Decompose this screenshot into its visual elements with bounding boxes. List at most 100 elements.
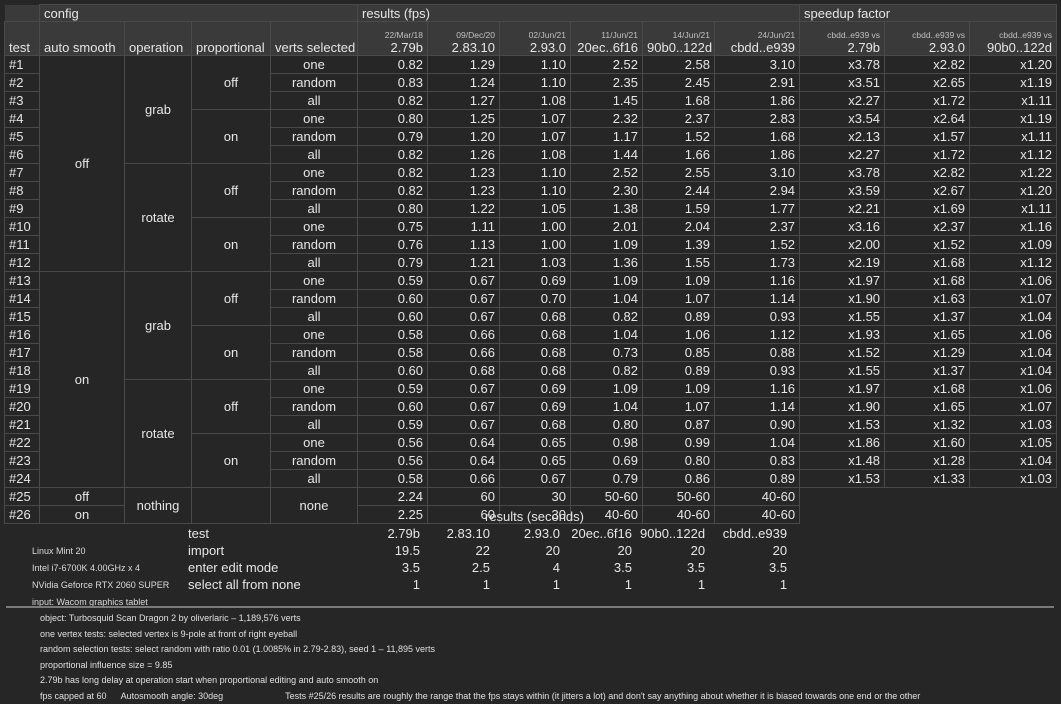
fps-value: 1.04 — [571, 290, 643, 308]
fps-value: 2.58 — [643, 56, 715, 74]
fps-value: 1.68 — [643, 92, 715, 110]
fps-value: 0.68 — [500, 308, 571, 326]
verts-selected-value: one — [271, 110, 358, 128]
fps-value: 0.59 — [358, 272, 428, 290]
fps-results-table: config results (fps) speedup factor test… — [4, 4, 1057, 524]
note-autosmooth-angle: Autosmooth angle: 30deg — [121, 691, 224, 701]
seconds-row: Intel i7-6700K 4.00GHz x 4enter edit mod… — [28, 559, 791, 576]
version-label: 20ec..6f16 — [575, 40, 638, 55]
fps-value: 2.52 — [571, 56, 643, 74]
version-column-header: 11/Jun/2120ec..6f16 — [571, 22, 643, 56]
seconds-value: 1 — [350, 576, 424, 593]
fps-value: 0.82 — [358, 146, 428, 164]
speedup-value: x2.27 — [800, 146, 885, 164]
fps-value: 2.55 — [643, 164, 715, 182]
test-id: #5 — [5, 128, 40, 146]
speedup-value: x1.69 — [885, 200, 970, 218]
speedup-value: x2.00 — [800, 236, 885, 254]
seconds-value: 19.5 — [350, 542, 424, 559]
seconds-title: results (seconds) — [350, 508, 791, 525]
fps-value: 30 — [500, 488, 571, 506]
fps-value: 0.93 — [715, 362, 800, 380]
test-id: #7 — [5, 164, 40, 182]
speedup-value: x1.07 — [970, 290, 1057, 308]
fps-value: 1.24 — [428, 74, 500, 92]
operation-value: grab — [125, 272, 192, 380]
fps-value: 1.20 — [428, 128, 500, 146]
note-line: fps capped at 60Autosmooth angle: 30degT… — [40, 689, 920, 704]
operation-value: grab — [125, 56, 192, 164]
seconds-value: 3.5 — [350, 559, 424, 576]
test-id: #12 — [5, 254, 40, 272]
seconds-results-table: results (seconds) test2.79b2.83.102.93.0… — [28, 508, 791, 610]
speedup-compare-label: cbdd..e939 vs — [974, 30, 1052, 40]
table-row: #25offnothingnone2.24603050-6050-6040-60 — [5, 488, 1057, 506]
notes-block: object: Turbosquid Scan Dragon 2 by oliv… — [40, 611, 920, 704]
fps-value: 1.25 — [428, 110, 500, 128]
notes-divider — [6, 606, 1054, 608]
speedup-value: x1.16 — [970, 218, 1057, 236]
seconds-row: NVidia Geforce RTX 2060 SUPERselect all … — [28, 576, 791, 593]
note-line: one vertex tests: selected vertex is 9-p… — [40, 627, 920, 643]
speedup-value: x2.67 — [885, 182, 970, 200]
test-id: #25 — [5, 488, 40, 506]
version-column-header: 02/Jun/212.93.0 — [500, 22, 571, 56]
seconds-value: 1 — [494, 576, 564, 593]
test-id: #21 — [5, 416, 40, 434]
fps-value: 1.36 — [571, 254, 643, 272]
fps-value: 1.27 — [428, 92, 500, 110]
fps-value: 0.68 — [500, 344, 571, 362]
fps-value: 0.65 — [500, 452, 571, 470]
fps-value: 3.10 — [715, 56, 800, 74]
fps-value: 0.76 — [358, 236, 428, 254]
fps-value: 2.01 — [571, 218, 643, 236]
speedup-version-label: 2.93.0 — [889, 40, 965, 55]
speedup-value: x1.52 — [885, 236, 970, 254]
fps-value: 2.37 — [643, 110, 715, 128]
fps-value: 0.85 — [643, 344, 715, 362]
seconds-value: 20 — [564, 542, 636, 559]
verts-selected-value: random — [271, 236, 358, 254]
auto-smooth-value: off — [40, 56, 125, 272]
speedup-value: x1.65 — [885, 398, 970, 416]
speedup-value: x1.55 — [800, 308, 885, 326]
fps-value: 1.04 — [571, 326, 643, 344]
seconds-value: 1 — [636, 576, 709, 593]
fps-value: 1.44 — [571, 146, 643, 164]
fps-value: 0.66 — [428, 326, 500, 344]
speedup-value: x3.59 — [800, 182, 885, 200]
fps-value: 0.89 — [643, 308, 715, 326]
speedup-value: x1.22 — [970, 164, 1057, 182]
fps-value: 50-60 — [571, 488, 643, 506]
test-id: #8 — [5, 182, 40, 200]
verts-selected-value: all — [271, 254, 358, 272]
proportional-value: on — [192, 218, 271, 272]
table-row: #7rotateoffone0.821.231.102.522.553.10x3… — [5, 164, 1057, 182]
fps-value: 1.21 — [428, 254, 500, 272]
fps-value: 0.82 — [358, 92, 428, 110]
speedup-value: x2.82 — [885, 164, 970, 182]
test-id: #1 — [5, 56, 40, 74]
table-row: #1offgraboffone0.821.291.102.522.583.10x… — [5, 56, 1057, 74]
verts-selected-value: random — [271, 344, 358, 362]
test-id: #3 — [5, 92, 40, 110]
test-id: #4 — [5, 110, 40, 128]
fps-value: 1.39 — [643, 236, 715, 254]
proportional-value: off — [192, 272, 271, 326]
fps-value: 1.26 — [428, 146, 500, 164]
speedup-value: x1.04 — [970, 452, 1057, 470]
seconds-value: 22 — [424, 542, 494, 559]
fps-value: 0.66 — [428, 344, 500, 362]
test-id: #20 — [5, 398, 40, 416]
fps-value: 1.16 — [715, 272, 800, 290]
fps-value: 1.52 — [643, 128, 715, 146]
fps-value: 0.89 — [643, 362, 715, 380]
fps-value: 1.03 — [500, 254, 571, 272]
fps-value: 0.69 — [500, 272, 571, 290]
fps-value: 1.13 — [428, 236, 500, 254]
speedup-value: x1.55 — [800, 362, 885, 380]
operation-value: rotate — [125, 164, 192, 272]
test-id: #11 — [5, 236, 40, 254]
fps-value: 0.73 — [571, 344, 643, 362]
fps-value: 2.94 — [715, 182, 800, 200]
